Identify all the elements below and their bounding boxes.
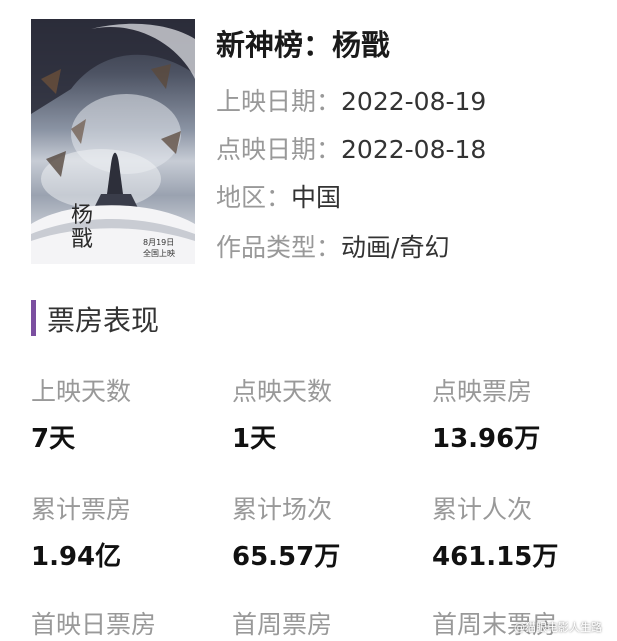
- section-accent-bar: [31, 300, 36, 336]
- stat-label-first-week-box-office: 首周票房: [232, 610, 333, 639]
- stat-label-total-screenings: 累计场次: [232, 495, 333, 524]
- region-row: 地区：中国: [216, 178, 341, 214]
- watermark: @猫眼电影人生路: [514, 621, 602, 634]
- release-date-label: 上映日期：: [216, 87, 342, 116]
- stat-value-total-admissions: 461.15万: [432, 542, 559, 572]
- poster-release-text: 全国上映: [143, 249, 175, 258]
- stat-value-release-days: 7天: [31, 424, 76, 454]
- region-label: 地区：: [216, 183, 292, 212]
- stat-value-preview-box-office: 13.96万: [432, 424, 541, 454]
- poster-title-text: 杨戬: [71, 203, 94, 252]
- genre-row: 作品类型：动画/奇幻: [216, 228, 449, 264]
- preview-date-row: 点映日期：2022-08-18: [216, 130, 486, 166]
- stat-label-preview-days: 点映天数: [232, 377, 333, 406]
- release-date-row: 上映日期：2022-08-19: [216, 82, 486, 118]
- poster-date-text: 8月19日: [143, 238, 175, 247]
- stat-label-preview-box-office: 点映票房: [432, 377, 533, 406]
- genre-label: 作品类型：: [216, 233, 342, 262]
- section-title: 票房表现: [47, 304, 160, 337]
- stat-label-total-admissions: 累计人次: [432, 495, 533, 524]
- stat-value-preview-days: 1天: [232, 424, 277, 454]
- stat-value-total-screenings: 65.57万: [232, 542, 341, 572]
- preview-date-value: 2022-08-18: [341, 135, 487, 164]
- region-value: 中国: [291, 183, 342, 212]
- stat-label-opening-day-box-office: 首映日票房: [31, 610, 157, 639]
- movie-title: 新神榜：杨戬: [216, 28, 391, 62]
- genre-value: 动画/奇幻: [341, 233, 450, 262]
- stat-label-release-days: 上映天数: [31, 377, 132, 406]
- movie-poster: 杨戬 8月19日 全国上映: [31, 19, 195, 264]
- poster-artwork: [31, 19, 195, 264]
- stat-label-total-box-office: 累计票房: [31, 495, 132, 524]
- release-date-value: 2022-08-19: [341, 87, 487, 116]
- preview-date-label: 点映日期：: [216, 135, 342, 164]
- stat-value-total-box-office: 1.94亿: [31, 542, 122, 572]
